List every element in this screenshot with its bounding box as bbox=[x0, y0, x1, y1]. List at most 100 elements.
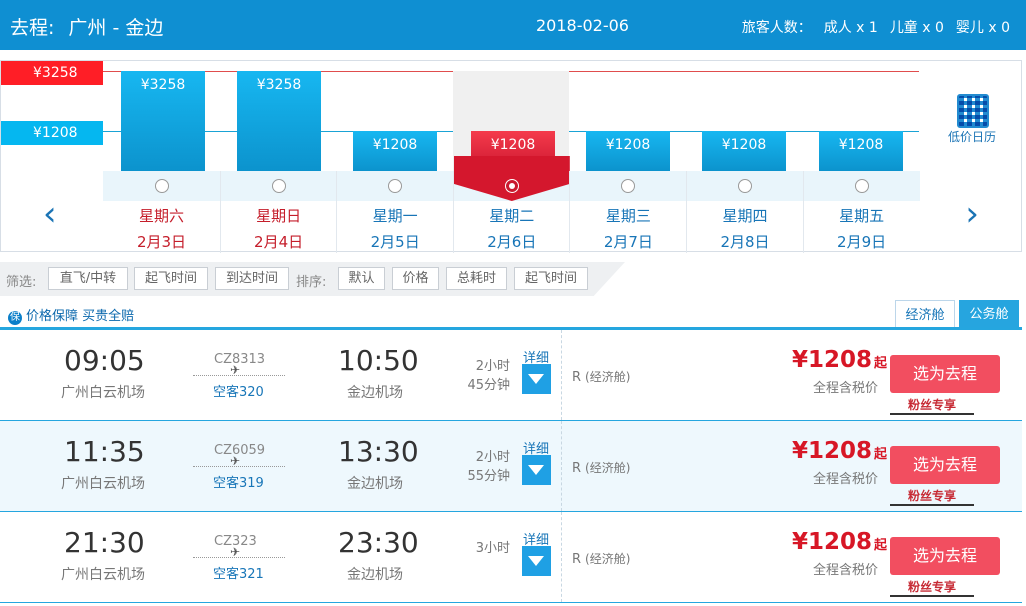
price-bar[interactable]: ¥3258 bbox=[237, 71, 321, 171]
cabin-name: (经济舱) bbox=[585, 552, 631, 566]
sort-departure-time-button[interactable]: 起飞时间 bbox=[514, 267, 588, 290]
filter-departure-time-button[interactable]: 起飞时间 bbox=[134, 267, 208, 290]
flight-duration: 3小时 bbox=[462, 539, 510, 558]
filter-direct-transfer-button[interactable]: 直飞/中转 bbox=[48, 267, 128, 290]
cabin-name: (经济舱) bbox=[585, 461, 631, 475]
previous-week-icon[interactable]: ‹ bbox=[43, 197, 57, 231]
low-price-calendar-button[interactable]: 低价日历 bbox=[946, 128, 998, 145]
flight-row: 09:05 广州白云机场 CZ8313 ✈ 空客320 10:50 金边机场 2小时 45分钟详… bbox=[0, 330, 1022, 421]
airplane-icon: ✈ bbox=[230, 454, 241, 468]
date-label: 2月4日 bbox=[254, 233, 304, 251]
cabin-code: R bbox=[572, 552, 582, 567]
weekday-label: 星期一 bbox=[372, 207, 418, 225]
sort-default-button[interactable]: 默认 bbox=[338, 267, 385, 290]
price-chart: ¥3258 ¥1208 ¥3258 ¥3258 ¥1208 ¥1208 ¥1208 ¥12… bbox=[1, 61, 1023, 171]
sort-label: 排序: bbox=[296, 275, 327, 290]
duration-hours: 3小时 bbox=[475, 541, 510, 556]
date-option[interactable]: 星期五 2月9日 bbox=[802, 171, 920, 253]
date-option[interactable]: 星期三 2月7日 bbox=[569, 171, 687, 253]
date-radio-area bbox=[570, 171, 687, 201]
cabin-name: (经济舱) bbox=[585, 370, 631, 384]
duration-minutes: 55分钟 bbox=[467, 469, 510, 484]
passenger-summary: 旅客人数： 成人 x 1 儿童 x 0 婴儿 x 0 bbox=[730, 17, 1010, 37]
date-radio[interactable] bbox=[621, 179, 636, 193]
expand-details-icon[interactable] bbox=[522, 546, 551, 576]
aircraft-type-link[interactable]: 空客321 bbox=[213, 563, 264, 582]
airplane-icon: ✈ bbox=[230, 363, 241, 377]
date-radio[interactable] bbox=[854, 179, 869, 193]
sort-price-button[interactable]: 价格 bbox=[392, 267, 439, 290]
date-radio-area bbox=[687, 171, 803, 201]
date-option[interactable]: 星期四 2月8日 bbox=[686, 171, 803, 253]
departure-airport: 广州白云机场 bbox=[61, 385, 145, 401]
price-calendar: ¥3258 ¥1208 ¥3258 ¥3258 ¥1208 ¥1208 ¥1208 ¥12… bbox=[0, 60, 1023, 253]
cabin-class: R (经济舱) bbox=[572, 459, 630, 476]
departure-airport: 广州白云机场 bbox=[61, 476, 145, 492]
weekday-label: 星期三 bbox=[605, 207, 651, 225]
date-radio[interactable] bbox=[154, 179, 169, 193]
aircraft-type-link[interactable]: 空客319 bbox=[213, 472, 264, 491]
filter-arrival-time-button[interactable]: 到达时间 bbox=[215, 267, 289, 290]
guarantee-badge-icon: 保 bbox=[8, 311, 22, 325]
departure-date: 2018-02-06 bbox=[536, 16, 629, 35]
weekday-label: 星期四 bbox=[722, 207, 768, 225]
row-divider bbox=[561, 512, 562, 602]
date-option[interactable]: 星期六 2月3日 bbox=[103, 171, 220, 253]
aircraft-type-link[interactable]: 空客320 bbox=[213, 381, 264, 400]
weekday-label: 星期六 bbox=[138, 207, 184, 225]
date-label: 2月6日 bbox=[487, 233, 537, 251]
tab-economy[interactable]: 经济舱 bbox=[895, 300, 955, 329]
date-option[interactable]: 星期日 2月4日 bbox=[219, 171, 337, 253]
select-outbound-button[interactable]: 选为去程 bbox=[890, 537, 1000, 575]
adult-count: 成人 x 1 bbox=[823, 20, 878, 36]
expand-details-icon[interactable] bbox=[522, 455, 551, 485]
weekday-label: 星期日 bbox=[256, 207, 302, 225]
price-value: ¥1208 bbox=[792, 347, 873, 373]
date-radio-area bbox=[803, 171, 920, 201]
arrival-airport: 金边机场 bbox=[347, 476, 403, 492]
date-radio[interactable] bbox=[738, 179, 752, 193]
calendar-icon[interactable] bbox=[956, 91, 989, 128]
departure-time: 21:30 bbox=[64, 526, 145, 559]
price-from-label: 起 bbox=[874, 538, 888, 553]
flight-row: 11:35 广州白云机场 CZ6059 ✈ 空客319 13:30 金边机场 2小时 55分钟详… bbox=[0, 421, 1022, 512]
cabin-code: R bbox=[572, 370, 582, 385]
guarantee-text: 价格保障 买贵全赔 bbox=[26, 309, 135, 324]
date-label: 2月5日 bbox=[370, 233, 420, 251]
child-count: 儿童 x 0 bbox=[889, 20, 944, 36]
cabin-class: R (经济舱) bbox=[572, 550, 630, 567]
flight-duration: 2小时 45分钟 bbox=[462, 357, 510, 395]
price-bar[interactable]: ¥1208 bbox=[819, 131, 903, 171]
date-option[interactable]: 星期二 2月6日 bbox=[452, 156, 570, 253]
date-option[interactable]: 星期一 2月5日 bbox=[336, 171, 454, 253]
date-radio[interactable] bbox=[271, 179, 286, 193]
route-label: 广州 - 金边 bbox=[68, 17, 164, 39]
lowest-price-label: ¥1208 bbox=[1, 121, 103, 145]
price-bar[interactable]: ¥1208 bbox=[353, 131, 437, 171]
price-bar[interactable]: ¥1208 bbox=[702, 131, 786, 171]
expand-details-icon[interactable] bbox=[522, 364, 551, 394]
fare-price: ¥1208 起 bbox=[792, 438, 887, 464]
select-outbound-button[interactable]: 选为去程 bbox=[890, 355, 1000, 393]
date-radio-area bbox=[337, 171, 454, 201]
date-radio-area bbox=[220, 171, 337, 201]
price-bar[interactable]: ¥1208 bbox=[586, 131, 670, 171]
arrival-time: 13:30 bbox=[338, 435, 419, 468]
sort-duration-button[interactable]: 总耗时 bbox=[446, 267, 507, 290]
price-bar[interactable]: ¥3258 bbox=[121, 71, 205, 171]
date-radio[interactable] bbox=[388, 179, 403, 193]
duration-hours: 2小时 bbox=[475, 450, 510, 465]
tab-business[interactable]: 公务舱 bbox=[959, 300, 1019, 329]
arrival-time: 23:30 bbox=[338, 526, 419, 559]
price-value: ¥1208 bbox=[792, 438, 873, 464]
departure-time: 09:05 bbox=[64, 344, 145, 377]
tax-included-label: 全程含税价 bbox=[813, 563, 879, 578]
filter-label: 筛选: bbox=[6, 275, 37, 290]
airplane-icon: ✈ bbox=[230, 545, 241, 559]
price-value: ¥1208 bbox=[792, 529, 873, 555]
date-radio[interactable] bbox=[504, 179, 519, 193]
next-week-icon[interactable]: › bbox=[965, 197, 979, 231]
date-label: 2月9日 bbox=[837, 233, 887, 251]
fare-price: ¥1208 起 bbox=[792, 529, 887, 555]
select-outbound-button[interactable]: 选为去程 bbox=[890, 446, 1000, 484]
